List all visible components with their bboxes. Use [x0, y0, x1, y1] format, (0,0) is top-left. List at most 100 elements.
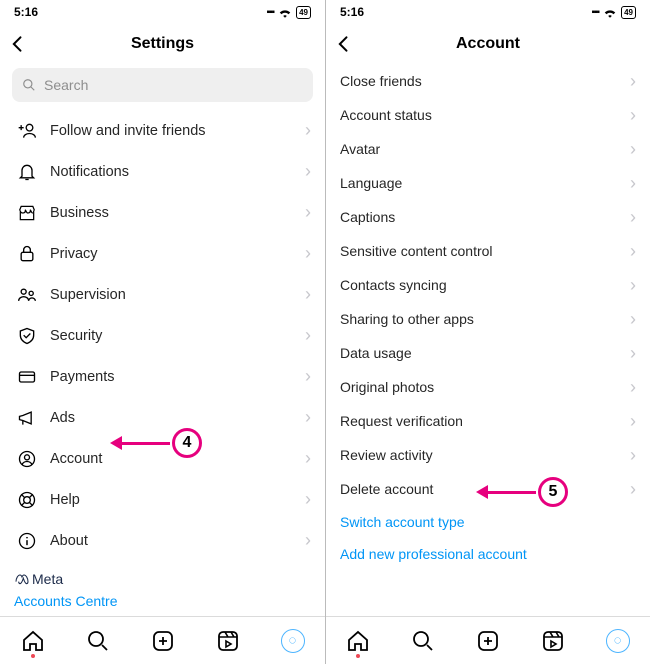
- row-review-activity[interactable]: Review activity›: [326, 438, 650, 472]
- status-time: 5:16: [340, 5, 364, 19]
- tab-create[interactable]: [150, 628, 176, 654]
- header: Account: [326, 24, 650, 64]
- chevron-right-icon: ›: [630, 241, 636, 262]
- tab-search[interactable]: [85, 628, 111, 654]
- add-professional-account-link[interactable]: Add new professional account: [326, 538, 650, 570]
- accounts-centre-link[interactable]: Accounts Centre: [14, 593, 311, 609]
- wifi-icon: [278, 7, 292, 18]
- plus-square-icon: [151, 629, 175, 653]
- row-follow[interactable]: Follow and invite friends ›: [0, 110, 325, 151]
- search-placeholder: Search: [44, 77, 88, 93]
- cellular-icon: ▪▪▪: [266, 7, 274, 18]
- profile-avatar-icon: ◯: [606, 629, 630, 653]
- search-icon: [86, 629, 110, 653]
- back-button[interactable]: [8, 34, 28, 54]
- tab-reels[interactable]: [540, 628, 566, 654]
- header: Settings: [0, 24, 325, 64]
- user-circle-icon: [14, 449, 40, 469]
- row-data-usage[interactable]: Data usage›: [326, 336, 650, 370]
- meta-section: Meta Accounts Centre Control settings fo…: [0, 561, 325, 616]
- chevron-right-icon: ›: [305, 448, 311, 469]
- reels-icon: [216, 629, 240, 653]
- bell-icon: [14, 162, 40, 182]
- row-privacy[interactable]: Privacy ›: [0, 233, 325, 274]
- row-contacts-syncing[interactable]: Contacts syncing›: [326, 268, 650, 302]
- search-icon: [22, 78, 36, 92]
- chevron-right-icon: ›: [305, 366, 311, 387]
- battery-icon: 49: [621, 6, 636, 19]
- row-notifications[interactable]: Notifications ›: [0, 151, 325, 192]
- chevron-right-icon: ›: [630, 173, 636, 194]
- header-title: Account: [326, 35, 650, 53]
- chevron-right-icon: ›: [305, 284, 311, 305]
- tab-home[interactable]: [20, 628, 46, 654]
- home-icon: [346, 629, 370, 653]
- search-input[interactable]: Search: [12, 68, 313, 102]
- row-account-status[interactable]: Account status›: [326, 98, 650, 132]
- row-ads[interactable]: Ads ›: [0, 397, 325, 438]
- row-original-photos[interactable]: Original photos›: [326, 370, 650, 404]
- chevron-right-icon: ›: [630, 377, 636, 398]
- notification-dot: [356, 654, 360, 658]
- row-close-friends[interactable]: Close friends›: [326, 64, 650, 98]
- chevron-right-icon: ›: [630, 411, 636, 432]
- chevron-right-icon: ›: [305, 489, 311, 510]
- row-security[interactable]: Security ›: [0, 315, 325, 356]
- row-help[interactable]: Help ›: [0, 479, 325, 520]
- status-bar: 5:16 ▪▪▪ 49: [0, 0, 325, 24]
- chevron-right-icon: ›: [305, 120, 311, 141]
- chevron-right-icon: ›: [630, 343, 636, 364]
- row-delete-account[interactable]: Delete account›: [326, 472, 650, 506]
- row-supervision[interactable]: Supervision ›: [0, 274, 325, 315]
- status-time: 5:16: [14, 5, 38, 19]
- row-label: Security: [50, 328, 311, 344]
- tab-reels[interactable]: [215, 628, 241, 654]
- row-label: Payments: [50, 369, 311, 385]
- back-button[interactable]: [334, 34, 354, 54]
- chevron-right-icon: ›: [630, 479, 636, 500]
- tab-profile[interactable]: ◯: [605, 628, 631, 654]
- header-title: Settings: [0, 35, 325, 53]
- row-label: Notifications: [50, 164, 311, 180]
- plus-square-icon: [476, 629, 500, 653]
- chevron-right-icon: ›: [305, 325, 311, 346]
- tab-search[interactable]: [410, 628, 436, 654]
- tab-profile[interactable]: ◯: [280, 628, 306, 654]
- tab-bar: ◯: [0, 616, 325, 664]
- row-language[interactable]: Language›: [326, 166, 650, 200]
- settings-screen: 5:16 ▪▪▪ 49 Settings Search Follow and i…: [0, 0, 325, 664]
- tab-home[interactable]: [345, 628, 371, 654]
- megaphone-icon: [14, 408, 40, 428]
- search-icon: [411, 629, 435, 653]
- chevron-right-icon: ›: [630, 275, 636, 296]
- chevron-left-icon: [8, 34, 28, 54]
- account-screen: 5:16 ▪▪▪ 49 Account Close friends› Accou…: [325, 0, 650, 664]
- row-about[interactable]: About ›: [0, 520, 325, 561]
- tab-create[interactable]: [475, 628, 501, 654]
- lock-icon: [14, 244, 40, 264]
- status-icons: ▪▪▪ 49: [591, 6, 636, 19]
- row-avatar[interactable]: Avatar›: [326, 132, 650, 166]
- cellular-icon: ▪▪▪: [591, 7, 599, 18]
- row-captions[interactable]: Captions›: [326, 200, 650, 234]
- status-icons: ▪▪▪ 49: [266, 6, 311, 19]
- reels-icon: [541, 629, 565, 653]
- add-person-icon: [14, 121, 40, 141]
- notification-dot: [31, 654, 35, 658]
- lifebuoy-icon: [14, 490, 40, 510]
- row-account[interactable]: Account ›: [0, 438, 325, 479]
- row-sensitive-content[interactable]: Sensitive content control›: [326, 234, 650, 268]
- chevron-right-icon: ›: [305, 243, 311, 264]
- row-sharing-apps[interactable]: Sharing to other apps›: [326, 302, 650, 336]
- row-payments[interactable]: Payments ›: [0, 356, 325, 397]
- status-bar: 5:16 ▪▪▪ 49: [326, 0, 650, 24]
- row-business[interactable]: Business ›: [0, 192, 325, 233]
- home-icon: [21, 629, 45, 653]
- chevron-right-icon: ›: [630, 445, 636, 466]
- row-request-verification[interactable]: Request verification›: [326, 404, 650, 438]
- row-label: Business: [50, 205, 311, 221]
- chevron-right-icon: ›: [305, 530, 311, 551]
- switch-account-type-link[interactable]: Switch account type: [326, 506, 650, 538]
- settings-list: Follow and invite friends › Notification…: [0, 110, 325, 616]
- chevron-right-icon: ›: [630, 71, 636, 92]
